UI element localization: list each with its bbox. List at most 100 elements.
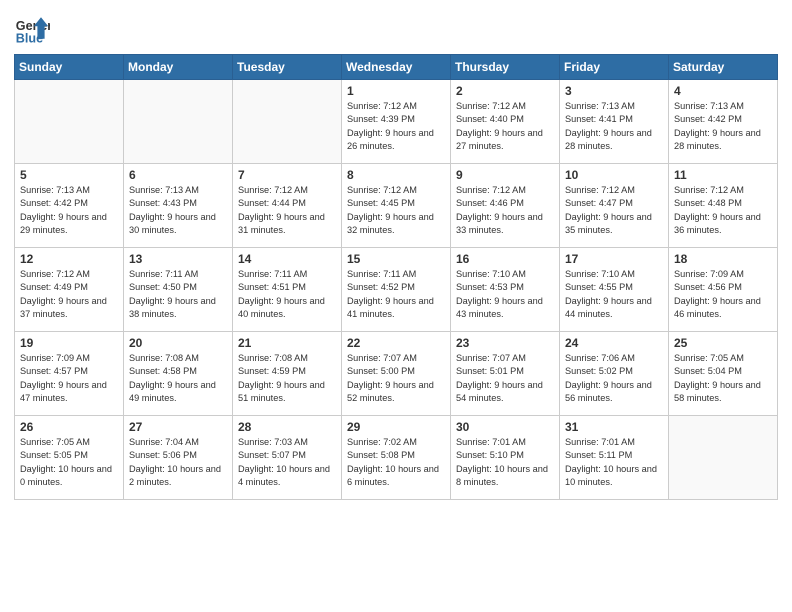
day-number: 5	[20, 168, 118, 182]
day-info: Sunrise: 7:04 AMSunset: 5:06 PMDaylight:…	[129, 436, 227, 489]
calendar-cell: 24 Sunrise: 7:06 AMSunset: 5:02 PMDayligh…	[560, 332, 669, 416]
calendar-cell: 3 Sunrise: 7:13 AMSunset: 4:41 PMDaylight…	[560, 80, 669, 164]
calendar-cell: 11Sunrise: 7:12 AMSunset: 4:48 PMDayligh…	[669, 164, 778, 248]
weekday-header-friday: Friday	[560, 55, 669, 80]
day-number: 11	[674, 168, 772, 182]
day-info: Sunrise: 7:01 AMSunset: 5:11 PMDaylight:…	[565, 436, 663, 489]
day-number: 17	[565, 252, 663, 266]
calendar-cell: 9 Sunrise: 7:12 AMSunset: 4:46 PMDaylight…	[451, 164, 560, 248]
day-info: Sunrise: 7:12 AMSunset: 4:45 PMDaylight:…	[347, 184, 445, 237]
calendar-cell: 21 Sunrise: 7:08 AMSunset: 4:59 PMDayligh…	[233, 332, 342, 416]
day-info: Sunrise: 7:11 AMSunset: 4:51 PMDaylight:…	[238, 268, 336, 321]
weekday-header-thursday: Thursday	[451, 55, 560, 80]
day-number: 27	[129, 420, 227, 434]
day-info: Sunrise: 7:07 AMSunset: 5:01 PMDaylight:…	[456, 352, 554, 405]
calendar-cell: 6Sunrise: 7:13 AMSunset: 4:43 PMDaylight…	[124, 164, 233, 248]
day-number: 28	[238, 420, 336, 434]
calendar-cell	[233, 80, 342, 164]
calendar-cell: 18Sunrise: 7:09 AMSunset: 4:56 PMDayligh…	[669, 248, 778, 332]
calendar-cell: 10Sunrise: 7:12 AMSunset: 4:47 PMDayligh…	[560, 164, 669, 248]
calendar-cell	[124, 80, 233, 164]
day-number: 3	[565, 84, 663, 98]
calendar-cell: 30 Sunrise: 7:01 AMSunset: 5:10 PMDayligh…	[451, 416, 560, 500]
day-info: Sunrise: 7:08 AMSunset: 4:58 PMDaylight:…	[129, 352, 227, 405]
day-info: Sunrise: 7:12 AMSunset: 4:40 PMDaylight:…	[456, 100, 554, 153]
day-info: Sunrise: 7:07 AMSunset: 5:00 PMDaylight:…	[347, 352, 445, 405]
day-info: Sunrise: 7:08 AMSunset: 4:59 PMDaylight:…	[238, 352, 336, 405]
day-info: Sunrise: 7:09 AMSunset: 4:56 PMDaylight:…	[674, 268, 772, 321]
weekday-header-wednesday: Wednesday	[342, 55, 451, 80]
calendar-cell: 19 Sunrise: 7:09 AMSunset: 4:57 PMDayligh…	[15, 332, 124, 416]
day-number: 22	[347, 336, 445, 350]
day-info: Sunrise: 7:05 AMSunset: 5:04 PMDaylight:…	[674, 352, 772, 405]
calendar-cell: 7 Sunrise: 7:12 AMSunset: 4:44 PMDaylight…	[233, 164, 342, 248]
day-info: Sunrise: 7:10 AMSunset: 4:53 PMDaylight:…	[456, 268, 554, 321]
day-number: 20	[129, 336, 227, 350]
day-number: 12	[20, 252, 118, 266]
calendar-cell: 31 Sunrise: 7:01 AMSunset: 5:11 PMDayligh…	[560, 416, 669, 500]
day-number: 29	[347, 420, 445, 434]
day-number: 2	[456, 84, 554, 98]
day-info: Sunrise: 7:13 AMSunset: 4:42 PMDaylight:…	[20, 184, 118, 237]
day-info: Sunrise: 7:03 AMSunset: 5:07 PMDaylight:…	[238, 436, 336, 489]
calendar-cell: 17 Sunrise: 7:10 AMSunset: 4:55 PMDayligh…	[560, 248, 669, 332]
calendar-cell: 2 Sunrise: 7:12 AMSunset: 4:40 PMDaylight…	[451, 80, 560, 164]
day-info: Sunrise: 7:11 AMSunset: 4:52 PMDaylight:…	[347, 268, 445, 321]
calendar-cell: 16 Sunrise: 7:10 AMSunset: 4:53 PMDayligh…	[451, 248, 560, 332]
day-info: Sunrise: 7:12 AMSunset: 4:49 PMDaylight:…	[20, 268, 118, 321]
calendar-cell: 12 Sunrise: 7:12 AMSunset: 4:49 PMDayligh…	[15, 248, 124, 332]
calendar-cell: 1Sunrise: 7:12 AMSunset: 4:39 PMDaylight…	[342, 80, 451, 164]
weekday-header-sunday: Sunday	[15, 55, 124, 80]
logo-icon: General Blue	[14, 10, 50, 46]
header: General Blue	[14, 10, 778, 46]
weekday-header-monday: Monday	[124, 55, 233, 80]
weekday-header-row: SundayMondayTuesdayWednesdayThursdayFrid…	[15, 55, 778, 80]
day-info: Sunrise: 7:01 AMSunset: 5:10 PMDaylight:…	[456, 436, 554, 489]
calendar-cell: 5 Sunrise: 7:13 AMSunset: 4:42 PMDaylight…	[15, 164, 124, 248]
day-number: 31	[565, 420, 663, 434]
weekday-header-saturday: Saturday	[669, 55, 778, 80]
day-number: 15	[347, 252, 445, 266]
calendar-cell: 25Sunrise: 7:05 AMSunset: 5:04 PMDayligh…	[669, 332, 778, 416]
calendar-cell	[15, 80, 124, 164]
day-info: Sunrise: 7:13 AMSunset: 4:42 PMDaylight:…	[674, 100, 772, 153]
calendar-cell: 22 Sunrise: 7:07 AMSunset: 5:00 PMDayligh…	[342, 332, 451, 416]
day-info: Sunrise: 7:12 AMSunset: 4:44 PMDaylight:…	[238, 184, 336, 237]
calendar-cell: 28 Sunrise: 7:03 AMSunset: 5:07 PMDayligh…	[233, 416, 342, 500]
calendar-cell: 27 Sunrise: 7:04 AMSunset: 5:06 PMDayligh…	[124, 416, 233, 500]
day-number: 24	[565, 336, 663, 350]
day-info: Sunrise: 7:05 AMSunset: 5:05 PMDaylight:…	[20, 436, 118, 489]
calendar-cell: 29 Sunrise: 7:02 AMSunset: 5:08 PMDayligh…	[342, 416, 451, 500]
day-number: 21	[238, 336, 336, 350]
day-info: Sunrise: 7:10 AMSunset: 4:55 PMDaylight:…	[565, 268, 663, 321]
week-row-5: 26Sunrise: 7:05 AMSunset: 5:05 PMDayligh…	[15, 416, 778, 500]
calendar-cell: 14 Sunrise: 7:11 AMSunset: 4:51 PMDayligh…	[233, 248, 342, 332]
calendar-cell: 8Sunrise: 7:12 AMSunset: 4:45 PMDaylight…	[342, 164, 451, 248]
day-number: 19	[20, 336, 118, 350]
calendar-cell: 23 Sunrise: 7:07 AMSunset: 5:01 PMDayligh…	[451, 332, 560, 416]
logo: General Blue	[14, 10, 52, 46]
weekday-header-tuesday: Tuesday	[233, 55, 342, 80]
day-number: 30	[456, 420, 554, 434]
calendar: SundayMondayTuesdayWednesdayThursdayFrid…	[14, 54, 778, 500]
day-info: Sunrise: 7:06 AMSunset: 5:02 PMDaylight:…	[565, 352, 663, 405]
week-row-4: 19 Sunrise: 7:09 AMSunset: 4:57 PMDayligh…	[15, 332, 778, 416]
calendar-cell	[669, 416, 778, 500]
day-info: Sunrise: 7:13 AMSunset: 4:43 PMDaylight:…	[129, 184, 227, 237]
day-number: 9	[456, 168, 554, 182]
day-number: 14	[238, 252, 336, 266]
page: General Blue SundayMondayTuesdayWednesda…	[0, 0, 792, 612]
day-number: 16	[456, 252, 554, 266]
week-row-2: 5 Sunrise: 7:13 AMSunset: 4:42 PMDaylight…	[15, 164, 778, 248]
day-info: Sunrise: 7:13 AMSunset: 4:41 PMDaylight:…	[565, 100, 663, 153]
day-info: Sunrise: 7:02 AMSunset: 5:08 PMDaylight:…	[347, 436, 445, 489]
day-info: Sunrise: 7:12 AMSunset: 4:47 PMDaylight:…	[565, 184, 663, 237]
calendar-cell: 13Sunrise: 7:11 AMSunset: 4:50 PMDayligh…	[124, 248, 233, 332]
day-number: 7	[238, 168, 336, 182]
day-number: 4	[674, 84, 772, 98]
day-info: Sunrise: 7:12 AMSunset: 4:46 PMDaylight:…	[456, 184, 554, 237]
day-number: 1	[347, 84, 445, 98]
day-number: 23	[456, 336, 554, 350]
day-info: Sunrise: 7:09 AMSunset: 4:57 PMDaylight:…	[20, 352, 118, 405]
week-row-3: 12 Sunrise: 7:12 AMSunset: 4:49 PMDayligh…	[15, 248, 778, 332]
